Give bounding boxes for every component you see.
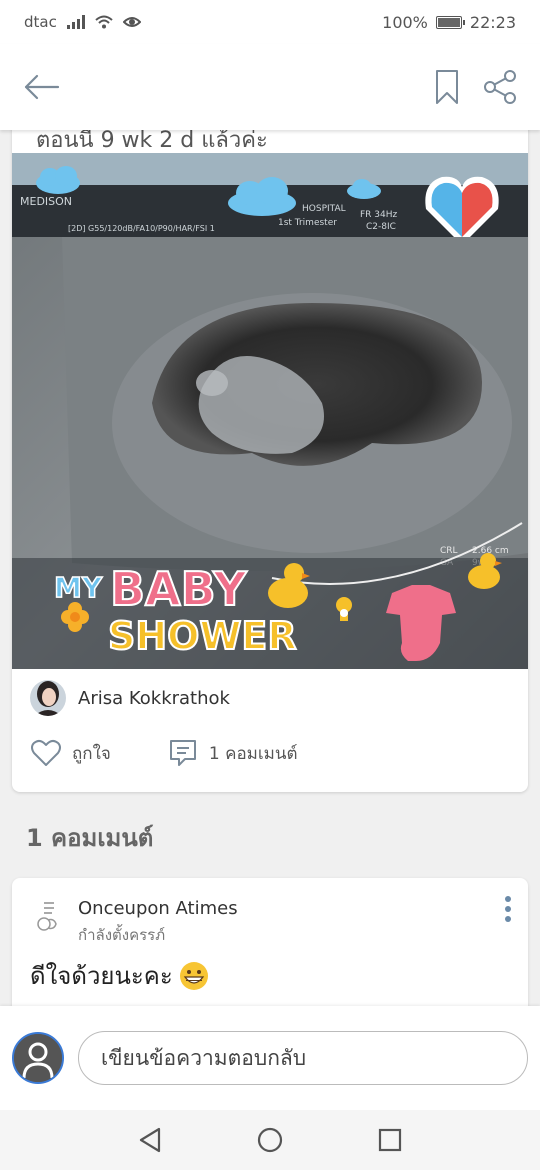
post-actions: ถูกใจ 1 คอมเมนต์ [30,737,298,769]
like-button[interactable]: ถูกใจ [30,739,111,767]
carrier-label: dtac [24,13,57,31]
more-options-icon[interactable] [500,894,516,924]
system-nav-bar [0,1110,540,1170]
wifi-icon [95,15,113,29]
battery-icon [435,15,465,29]
reply-input[interactable] [78,1031,528,1085]
home-circle-icon[interactable] [256,1126,284,1154]
user-avatar[interactable] [12,1032,64,1084]
comment-card: Onceupon Atimes กำลังตั้งครรภ์ ดีใจด้วยน… [12,878,528,1018]
status-right: 100% 22:23 [382,13,516,32]
reply-bar [0,1006,540,1110]
signal-icon [66,15,85,29]
us-probe: C2-8IC [366,222,396,232]
app-bar [0,44,540,130]
share-button[interactable] [482,69,518,105]
clock: 22:23 [469,12,516,32]
ultrasound-image: MEDISON [2D] G55/120dB/FA10/P90/HAR/FSI … [12,153,528,669]
comments-heading: 1 คอมเมนต์ [26,824,154,852]
comment-icon [169,740,196,766]
back-triangle-icon[interactable] [137,1126,163,1154]
sticker-shower: SHOWER [108,614,297,658]
comment-body: ดีใจด้วยนะคะ [30,962,173,990]
bookmark-button[interactable] [434,68,460,106]
arrow-left-icon [24,74,60,100]
grinning-emoji-icon [179,961,208,990]
back-button[interactable] [22,72,60,102]
sticker-baby: BABY [110,562,247,616]
us-params: [2D] G55/120dB/FA10/P90/HAR/FSI 1 [68,224,215,233]
author-row[interactable]: Arisa Kokkrathok [30,680,230,716]
share-icon [484,70,516,104]
heart-icon [31,739,61,766]
bookmark-icon [436,70,458,104]
author-avatar[interactable] [30,680,66,716]
us-hospital: HOSPITAL [302,204,346,214]
status-left: dtac [24,13,141,31]
us-trimester: 1st Trimester [278,218,337,228]
author-name[interactable]: Arisa Kokkrathok [78,688,230,709]
sticker-my: MY [54,571,103,604]
commenter-status: กำลังตั้งครรภ์ [78,926,166,944]
battery-percent: 100% [382,12,428,32]
recents-square-icon[interactable] [377,1127,403,1153]
commenter-name[interactable]: Onceupon Atimes [78,898,238,919]
post-card: ตอนนี้ 9 wk 2 d แล้วค่ะ MEDISON [2D] G55… [12,120,528,792]
us-fr: FR 34Hz [360,210,398,220]
us-crl: CRL [440,546,458,556]
comment-count-label: 1 คอมเมนต์ [208,743,298,764]
status-bar: dtac 100% 22:23 [0,0,540,44]
post-image[interactable]: MEDISON [2D] G55/120dB/FA10/P90/HAR/FSI … [12,153,528,669]
like-label: ถูกใจ [72,743,111,764]
eye-icon [122,17,141,27]
comment-button[interactable]: 1 คอมเมนต์ [167,737,298,769]
app-bar-actions [434,68,518,106]
us-brand: MEDISON [20,195,72,208]
commenter-avatar[interactable] [34,898,64,932]
comment-text: ดีใจด้วยนะคะ [30,956,209,995]
